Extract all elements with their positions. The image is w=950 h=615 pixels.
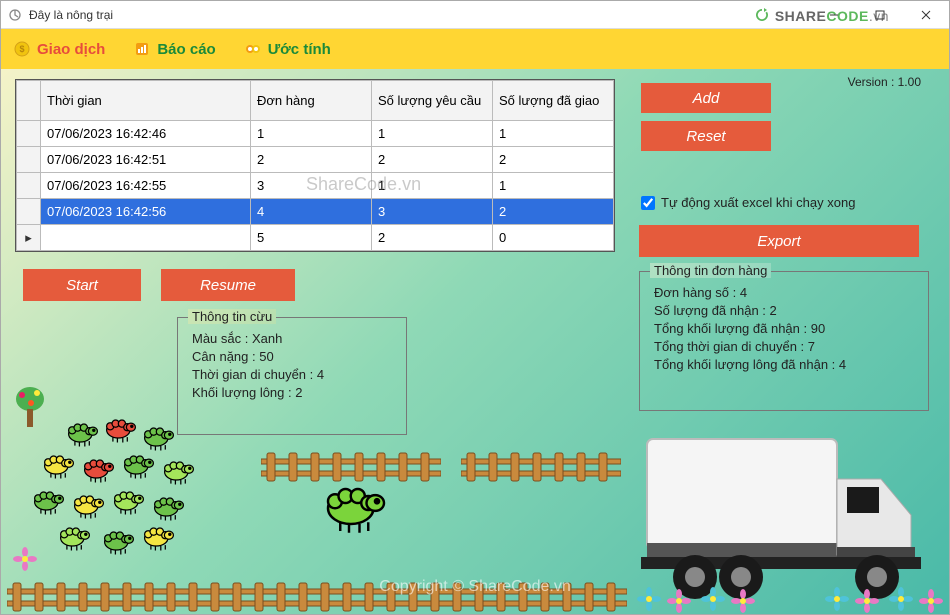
flower-icon	[637, 587, 661, 611]
sheep-icon	[161, 457, 197, 485]
order-no: Đơn hàng số : 4	[654, 285, 914, 300]
coin-icon: $	[13, 40, 31, 58]
flower-icon	[919, 589, 943, 613]
minimize-button[interactable]	[811, 1, 857, 29]
nav-estimates-label: Ước tính	[268, 41, 331, 58]
nav-reports-label: Báo cáo	[157, 41, 215, 58]
toolbar: $ Giao dịch Báo cáo Ước tính	[1, 29, 949, 69]
nav-estimates[interactable]: Ước tính	[244, 40, 331, 58]
sheep-color: Màu sắc : Xanh	[192, 331, 392, 346]
reset-button[interactable]: Reset	[641, 121, 771, 151]
close-button[interactable]	[903, 1, 949, 29]
sheep-icon	[57, 523, 93, 551]
flower-icon	[825, 587, 849, 611]
data-grid[interactable]: Thời gian Đơn hàng Số lượng yêu cầu Số l…	[15, 79, 615, 252]
svg-text:$: $	[19, 44, 24, 54]
col-order[interactable]: Đơn hàng	[251, 81, 372, 121]
flower-icon	[889, 587, 913, 611]
sheep-icon	[31, 487, 67, 515]
estimate-icon	[244, 40, 262, 58]
nav-transactions-label: Giao dịch	[37, 41, 105, 58]
sheep-weight: Cân nặng : 50	[192, 349, 392, 364]
report-icon	[133, 40, 151, 58]
order-total-wool: Tổng khối lượng lông đã nhận : 4	[654, 357, 914, 372]
nav-reports[interactable]: Báo cáo	[133, 40, 215, 58]
sheep-icon	[111, 487, 147, 515]
auto-export-label: Tự động xuất excel khi chạy xong	[661, 195, 855, 210]
order-total-weight: Tổng khối lượng đã nhận : 90	[654, 321, 914, 336]
version-label: Version : 1.00	[848, 75, 921, 89]
sheep-flock	[11, 379, 211, 579]
sheep-icon	[71, 491, 107, 519]
flower-icon	[701, 587, 725, 611]
content-area: Version : 1.00 Thời gian Đơn hàng Số lượ…	[1, 69, 949, 614]
maximize-button[interactable]	[857, 1, 903, 29]
fence-icon	[461, 449, 621, 485]
fence-icon	[7, 579, 627, 615]
table-row[interactable]: 07/06/2023 16:42:51222	[17, 147, 614, 173]
auto-export-checkbox[interactable]: Tự động xuất excel khi chạy xong	[641, 195, 855, 210]
table-row[interactable]: 07/06/2023 16:42:56432	[17, 199, 614, 225]
auto-export-input[interactable]	[641, 196, 655, 210]
app-icon	[7, 7, 23, 23]
order-info-title: Thông tin đơn hàng	[650, 263, 771, 278]
export-button[interactable]: Export	[639, 225, 919, 257]
flower-icon	[731, 589, 755, 613]
table-row[interactable]: 07/06/2023 16:42:55311	[17, 173, 614, 199]
order-info-panel: Thông tin đơn hàng Đơn hàng số : 4 Số lư…	[639, 271, 929, 411]
truck-icon	[641, 429, 937, 609]
sheep-icon	[103, 415, 139, 443]
flower-icon	[667, 589, 691, 613]
start-button[interactable]: Start	[23, 269, 141, 301]
nav-transactions[interactable]: $ Giao dịch	[13, 40, 105, 58]
order-received: Số lượng đã nhận : 2	[654, 303, 914, 318]
sheep-icon	[121, 451, 157, 479]
sheep-icon	[141, 423, 177, 451]
sheep-move-time: Thời gian di chuyển : 4	[192, 367, 392, 382]
flower-icon	[13, 547, 37, 571]
table-row[interactable]: ▸520	[17, 225, 614, 251]
sheep-icon	[65, 419, 101, 447]
add-button[interactable]: Add	[641, 83, 771, 113]
order-total-time: Tổng thời gian di chuyển : 7	[654, 339, 914, 354]
resume-button[interactable]: Resume	[161, 269, 295, 301]
window-title: Đây là nông trại	[29, 8, 113, 22]
sheep-icon	[151, 493, 187, 521]
col-qty-del[interactable]: Số lượng đã giao	[493, 81, 614, 121]
sheep-icon	[101, 527, 137, 555]
sheep-icon	[41, 451, 77, 479]
titlebar: Đây là nông trại SHARECODE.vn	[1, 1, 949, 29]
sheep-icon	[81, 455, 117, 483]
tree-icon	[13, 385, 47, 431]
table-row[interactable]: 07/06/2023 16:42:46111	[17, 121, 614, 147]
sheep-wool: Khối lượng lông : 2	[192, 385, 392, 400]
sheep-info-title: Thông tin cừu	[188, 309, 276, 324]
sheep-info-panel: Thông tin cừu Màu sắc : Xanh Cân nặng : …	[177, 317, 407, 435]
flower-icon	[855, 589, 879, 613]
col-qty-req[interactable]: Số lượng yêu cầu	[372, 81, 493, 121]
sheep-icon	[141, 523, 177, 551]
big-sheep-icon	[321, 479, 391, 534]
fence-icon	[261, 449, 441, 485]
col-time[interactable]: Thời gian	[41, 81, 251, 121]
